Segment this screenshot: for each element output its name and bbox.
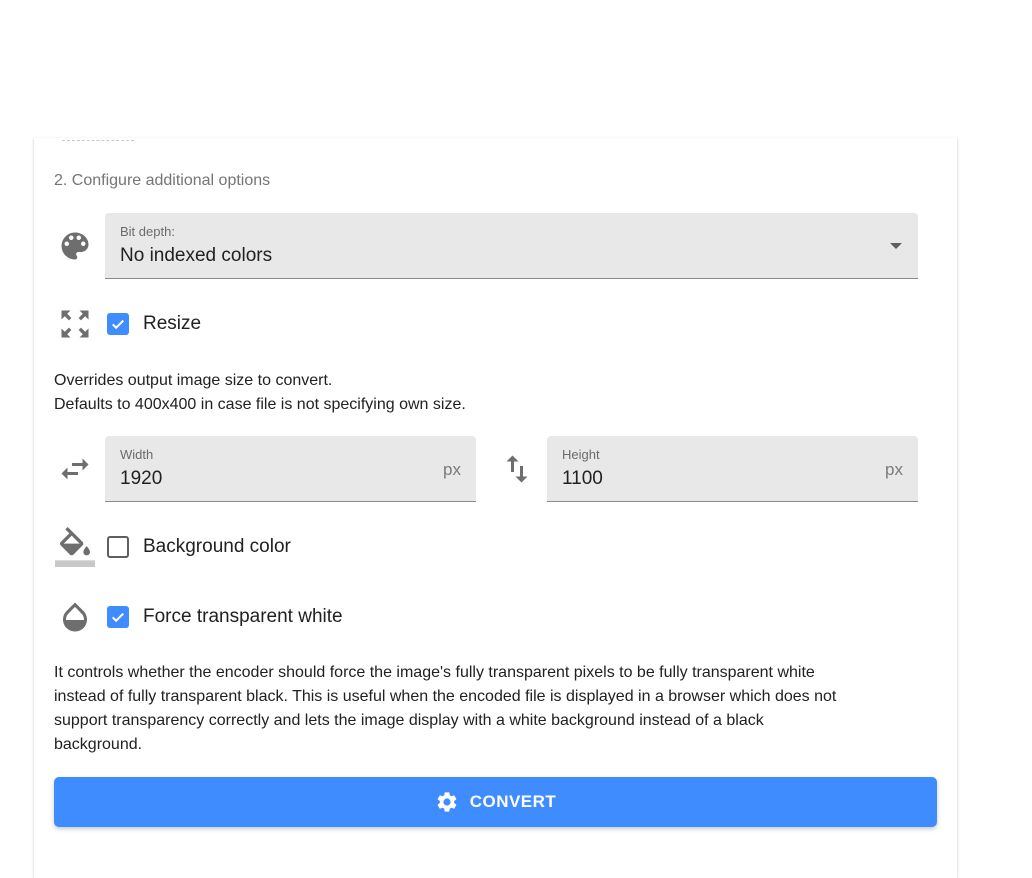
width-unit: px (443, 460, 461, 479)
width-value[interactable]: 1920 (120, 468, 162, 490)
resize-help-text: Overrides output image size to convert. … (54, 372, 466, 413)
resize-checkbox[interactable] (107, 313, 129, 335)
height-label: Height (562, 447, 600, 462)
height-unit: px (885, 460, 903, 479)
height-input[interactable]: Height 1100 px (547, 436, 918, 502)
convert-button-label: CONVERT (469, 792, 557, 811)
gear-icon (435, 790, 459, 814)
resize-label[interactable]: Resize (143, 313, 201, 335)
swap-vert-icon (499, 451, 535, 487)
bit-depth-value: No indexed colors (120, 245, 273, 266)
bit-depth-label: Bit depth: (120, 224, 175, 239)
width-input[interactable]: Width 1920 px (105, 436, 476, 502)
swap-horiz-icon (57, 451, 93, 487)
chevron-down-icon[interactable] (890, 243, 902, 249)
force-transparent-white-checkbox[interactable] (107, 606, 129, 628)
opacity-icon (57, 599, 93, 635)
background-color-label[interactable]: Background color (143, 536, 291, 558)
force-transparent-white-help-text: It controls whether the encoder should f… (54, 664, 837, 753)
step-title: 2. Configure additional options (54, 172, 271, 189)
force-transparent-white-label[interactable]: Force transparent white (143, 606, 343, 628)
upload-dropzone-edge (62, 138, 134, 141)
width-label: Width (120, 447, 154, 462)
convert-button[interactable]: CONVERT (54, 777, 937, 827)
background-color-checkbox[interactable] (107, 536, 129, 558)
palette-icon (57, 228, 93, 264)
bit-depth-select[interactable]: Bit depth: No indexed colors (105, 213, 918, 279)
fullscreen-icon (57, 306, 93, 342)
height-value[interactable]: 1100 (562, 468, 603, 490)
format-color-fill-icon (55, 527, 95, 567)
